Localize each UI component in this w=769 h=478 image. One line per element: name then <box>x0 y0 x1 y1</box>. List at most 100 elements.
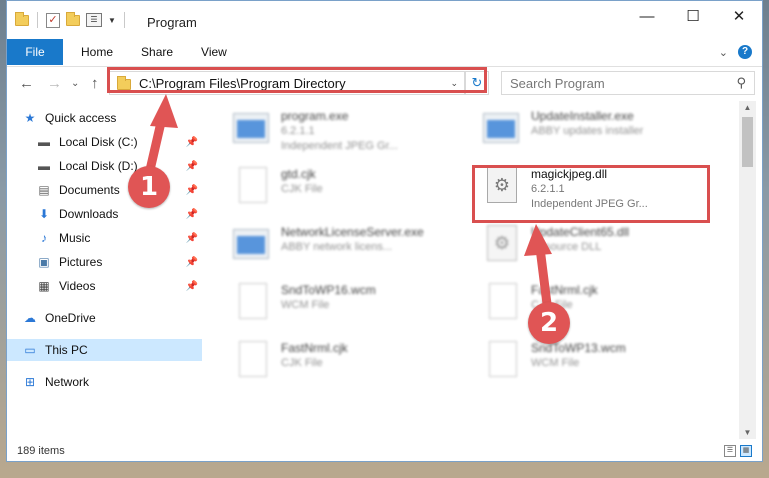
title-bar: ✓ ☰ ▼ Program — ☐ ✕ <box>7 1 762 39</box>
sidebar-item-quick-access[interactable]: ★ Quick access <box>21 107 216 129</box>
sidebar-item-downloads[interactable]: ⬇ Downloads 📌 <box>7 203 202 225</box>
exe-file-icon <box>233 225 273 267</box>
document-file-icon <box>233 283 273 325</box>
tab-home[interactable]: Home <box>67 39 127 65</box>
up-arrow-icon[interactable]: ↑ <box>91 75 99 92</box>
window-controls: — ☐ ✕ <box>624 1 762 31</box>
refresh-button[interactable]: ↻ <box>465 71 489 95</box>
sidebar-item-network[interactable]: ⊞ Network <box>7 371 202 393</box>
sidebar-item-this-pc[interactable]: ▭ This PC <box>7 339 202 361</box>
pin-icon[interactable]: 📌 <box>186 233 198 244</box>
file-item[interactable]: ⚙ UpdateClient65.dll Resource DLL <box>483 225 629 267</box>
file-type: CJK File <box>281 183 323 195</box>
file-version: 6.2.1.1 <box>281 125 315 137</box>
sidebar-item-local-disk-d[interactable]: ▬ Local Disk (D:) 📌 <box>7 155 202 177</box>
minimize-button[interactable]: — <box>624 1 670 31</box>
sidebar-item-label: Documents <box>59 183 120 197</box>
file-type: WCM File <box>281 299 330 311</box>
pin-icon[interactable]: 📌 <box>186 281 198 292</box>
explorer-window: ✓ ☰ ▼ Program — ☐ ✕ File Home Share View… <box>6 0 763 462</box>
document-file-icon <box>233 167 273 209</box>
file-description: Independent JPEG Gr... <box>281 140 398 152</box>
file-item[interactable]: program.exe 6.2.1.1 Independent JPEG Gr.… <box>233 109 398 154</box>
sidebar-item-music[interactable]: ♪ Music 📌 <box>7 227 202 249</box>
file-name: program.exe <box>281 109 349 123</box>
dll-gear-icon: ⚙ <box>483 225 523 267</box>
folder-icon <box>15 11 29 26</box>
file-type: Resource DLL <box>531 241 602 253</box>
view-switcher: ☰ ▦ <box>724 445 752 457</box>
help-icon[interactable]: ? <box>738 45 752 59</box>
properties-check-icon[interactable]: ✓ <box>46 12 60 28</box>
forward-arrow-icon[interactable]: → <box>47 75 62 92</box>
file-item[interactable]: UpdateInstaller.exe ABBY updates install… <box>483 109 643 151</box>
navigation-pane: ★ Quick access ▬ Local Disk (C:) 📌 ▬ Loc… <box>7 101 204 439</box>
scroll-thumb[interactable] <box>742 117 753 167</box>
file-item[interactable]: gtd.cjk CJK File <box>233 167 323 209</box>
network-icon: ⊞ <box>24 375 36 389</box>
close-button[interactable]: ✕ <box>716 1 762 31</box>
maximize-button[interactable]: ☐ <box>670 1 716 31</box>
cloud-icon: ☁ <box>24 311 36 325</box>
file-description: ABBY network licens... <box>281 241 393 253</box>
search-input[interactable]: Search Program ⚲ <box>501 71 755 95</box>
sidebar-item-label: OneDrive <box>45 311 96 325</box>
download-icon: ⬇ <box>38 207 50 221</box>
folder-icon <box>117 75 131 90</box>
new-folder-icon[interactable] <box>66 11 80 26</box>
tiles-view-icon[interactable]: ▦ <box>740 445 752 457</box>
file-item[interactable]: SndToWP16.wcm WCM File <box>233 283 376 325</box>
exe-file-icon <box>233 109 273 151</box>
sidebar-item-local-disk-c[interactable]: ▬ Local Disk (C:) 📌 <box>7 131 202 153</box>
sidebar-item-pictures[interactable]: ▣ Pictures 📌 <box>7 251 202 273</box>
vertical-scrollbar[interactable]: ▲ ▼ <box>739 101 756 439</box>
videos-icon: ▦ <box>38 279 50 293</box>
recent-locations-icon[interactable]: ⌄ <box>71 78 79 89</box>
scroll-down-icon[interactable]: ▼ <box>739 428 756 437</box>
pin-icon[interactable]: 📌 <box>186 137 198 148</box>
file-item[interactable]: SndToWP13.wcm WCM File <box>483 341 626 383</box>
item-count: 189 items <box>17 445 65 457</box>
ribbon-tabs: File Home Share View ⌄ ? <box>7 39 762 67</box>
back-arrow-icon[interactable]: ← <box>19 75 34 92</box>
tab-file[interactable]: File <box>7 39 63 65</box>
chevron-down-icon[interactable]: ▼ <box>108 16 116 25</box>
status-bar: 189 items ☰ ▦ <box>7 441 762 461</box>
tab-view[interactable]: View <box>187 39 241 65</box>
pin-icon[interactable]: 📌 <box>186 185 198 196</box>
sidebar-item-documents[interactable]: ▤ Documents 📌 <box>7 179 202 201</box>
sidebar-item-label: Music <box>59 231 91 245</box>
file-item-magickjpeg[interactable]: ⚙ magickjpeg.dll 6.2.1.1 Independent JPE… <box>483 167 648 212</box>
pin-icon[interactable]: 📌 <box>186 161 198 172</box>
address-bar[interactable]: C:\Program Files\Program Directory ⌄ <box>109 71 465 95</box>
pictures-icon: ▣ <box>38 255 50 269</box>
step-2-badge: 2 <box>528 302 570 344</box>
file-description: Independent JPEG Gr... <box>531 198 648 210</box>
file-name: FastNrml.cjk <box>281 341 348 355</box>
customize-toolbar-icon[interactable]: ☰ <box>86 13 102 27</box>
computer-icon: ▭ <box>24 343 36 357</box>
scroll-up-icon[interactable]: ▲ <box>739 103 756 112</box>
chevron-down-icon[interactable]: ⌄ <box>450 78 458 89</box>
search-icon[interactable]: ⚲ <box>736 75 746 91</box>
file-list: program.exe 6.2.1.1 Independent JPEG Gr.… <box>205 101 735 439</box>
step-1-badge: 1 <box>128 166 170 208</box>
file-item[interactable]: FastNrml.cjk CJK File <box>233 341 348 383</box>
sidebar-item-videos[interactable]: ▦ Videos 📌 <box>7 275 202 297</box>
details-view-icon[interactable]: ☰ <box>724 445 736 457</box>
pin-icon[interactable]: 📌 <box>186 209 198 220</box>
star-icon: ★ <box>24 111 36 125</box>
sidebar-item-label: Network <box>45 375 90 389</box>
address-path[interactable]: C:\Program Files\Program Directory <box>139 76 450 91</box>
sidebar-item-onedrive[interactable]: ☁ OneDrive <box>7 307 202 329</box>
address-row: ← → ⌄ ↑ C:\Program Files\Program Directo… <box>7 67 762 101</box>
file-name: FastNrml.cjk <box>531 283 598 297</box>
file-name: gtd.cjk <box>281 167 316 181</box>
expand-ribbon-icon[interactable]: ⌄ <box>719 46 728 59</box>
drive-icon: ▬ <box>38 159 50 173</box>
documents-icon: ▤ <box>38 183 50 197</box>
file-item[interactable]: NetworkLicenseServer.exe ABBY network li… <box>233 225 424 267</box>
document-file-icon <box>483 341 523 383</box>
pin-icon[interactable]: 📌 <box>186 257 198 268</box>
tab-share[interactable]: Share <box>127 39 187 65</box>
